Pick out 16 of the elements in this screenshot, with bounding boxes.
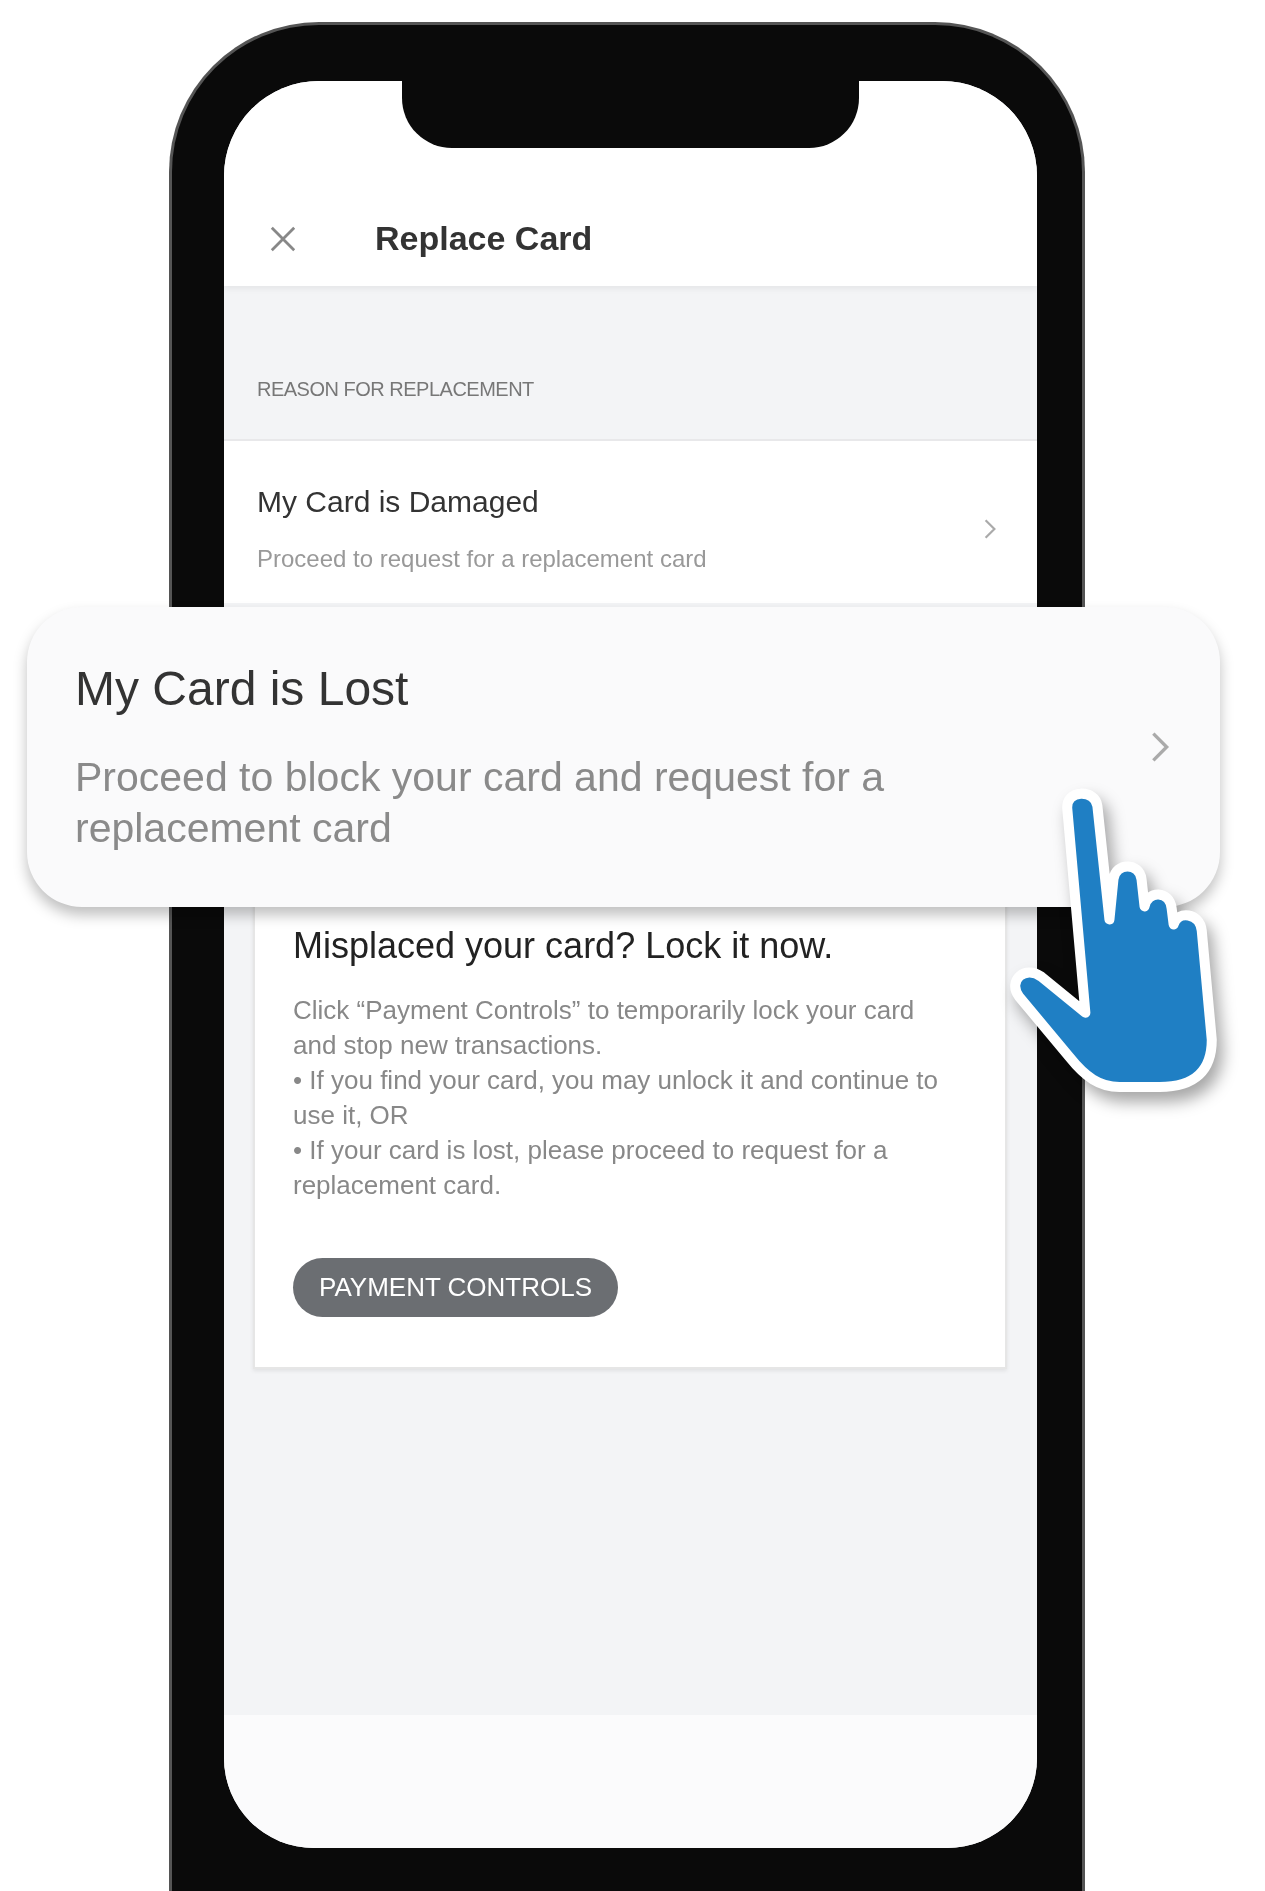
chevron-right-icon [1150,730,1170,764]
card-title: Misplaced your card? Lock it now. [293,925,835,967]
chevron-right-icon [983,518,997,540]
option-subtitle: Proceed to block your card and request for a replacement card [75,752,886,853]
payment-controls-button[interactable]: PAYMENT CONTROLS [293,1258,619,1317]
option-subtitle: Proceed to request for a replacement card [257,545,707,573]
highlighted-option-card[interactable]: My Card is Lost Proceed to block your card and request for a replacement card [27,607,1220,907]
card-paragraph: • If your card is lost, please proceed to request for a replacement card. [293,1134,889,1202]
close-icon[interactable] [269,224,297,253]
option-title: My Card is Lost [75,660,410,716]
option-title: My Card is Damaged [257,485,540,519]
section-label: REASON FOR REPLACEMENT [257,378,534,400]
card-paragraph: • If you find your card, you may unlock it and continue to use it, OR [293,1064,939,1132]
screen-title: Replace Card [375,219,593,258]
option-row[interactable]: My Card is Damaged Proceed to request for a replacement card [224,441,1037,603]
card-paragraph: Click “Payment Controls” to temporarily lock your card and stop new transactions. [293,994,916,1062]
